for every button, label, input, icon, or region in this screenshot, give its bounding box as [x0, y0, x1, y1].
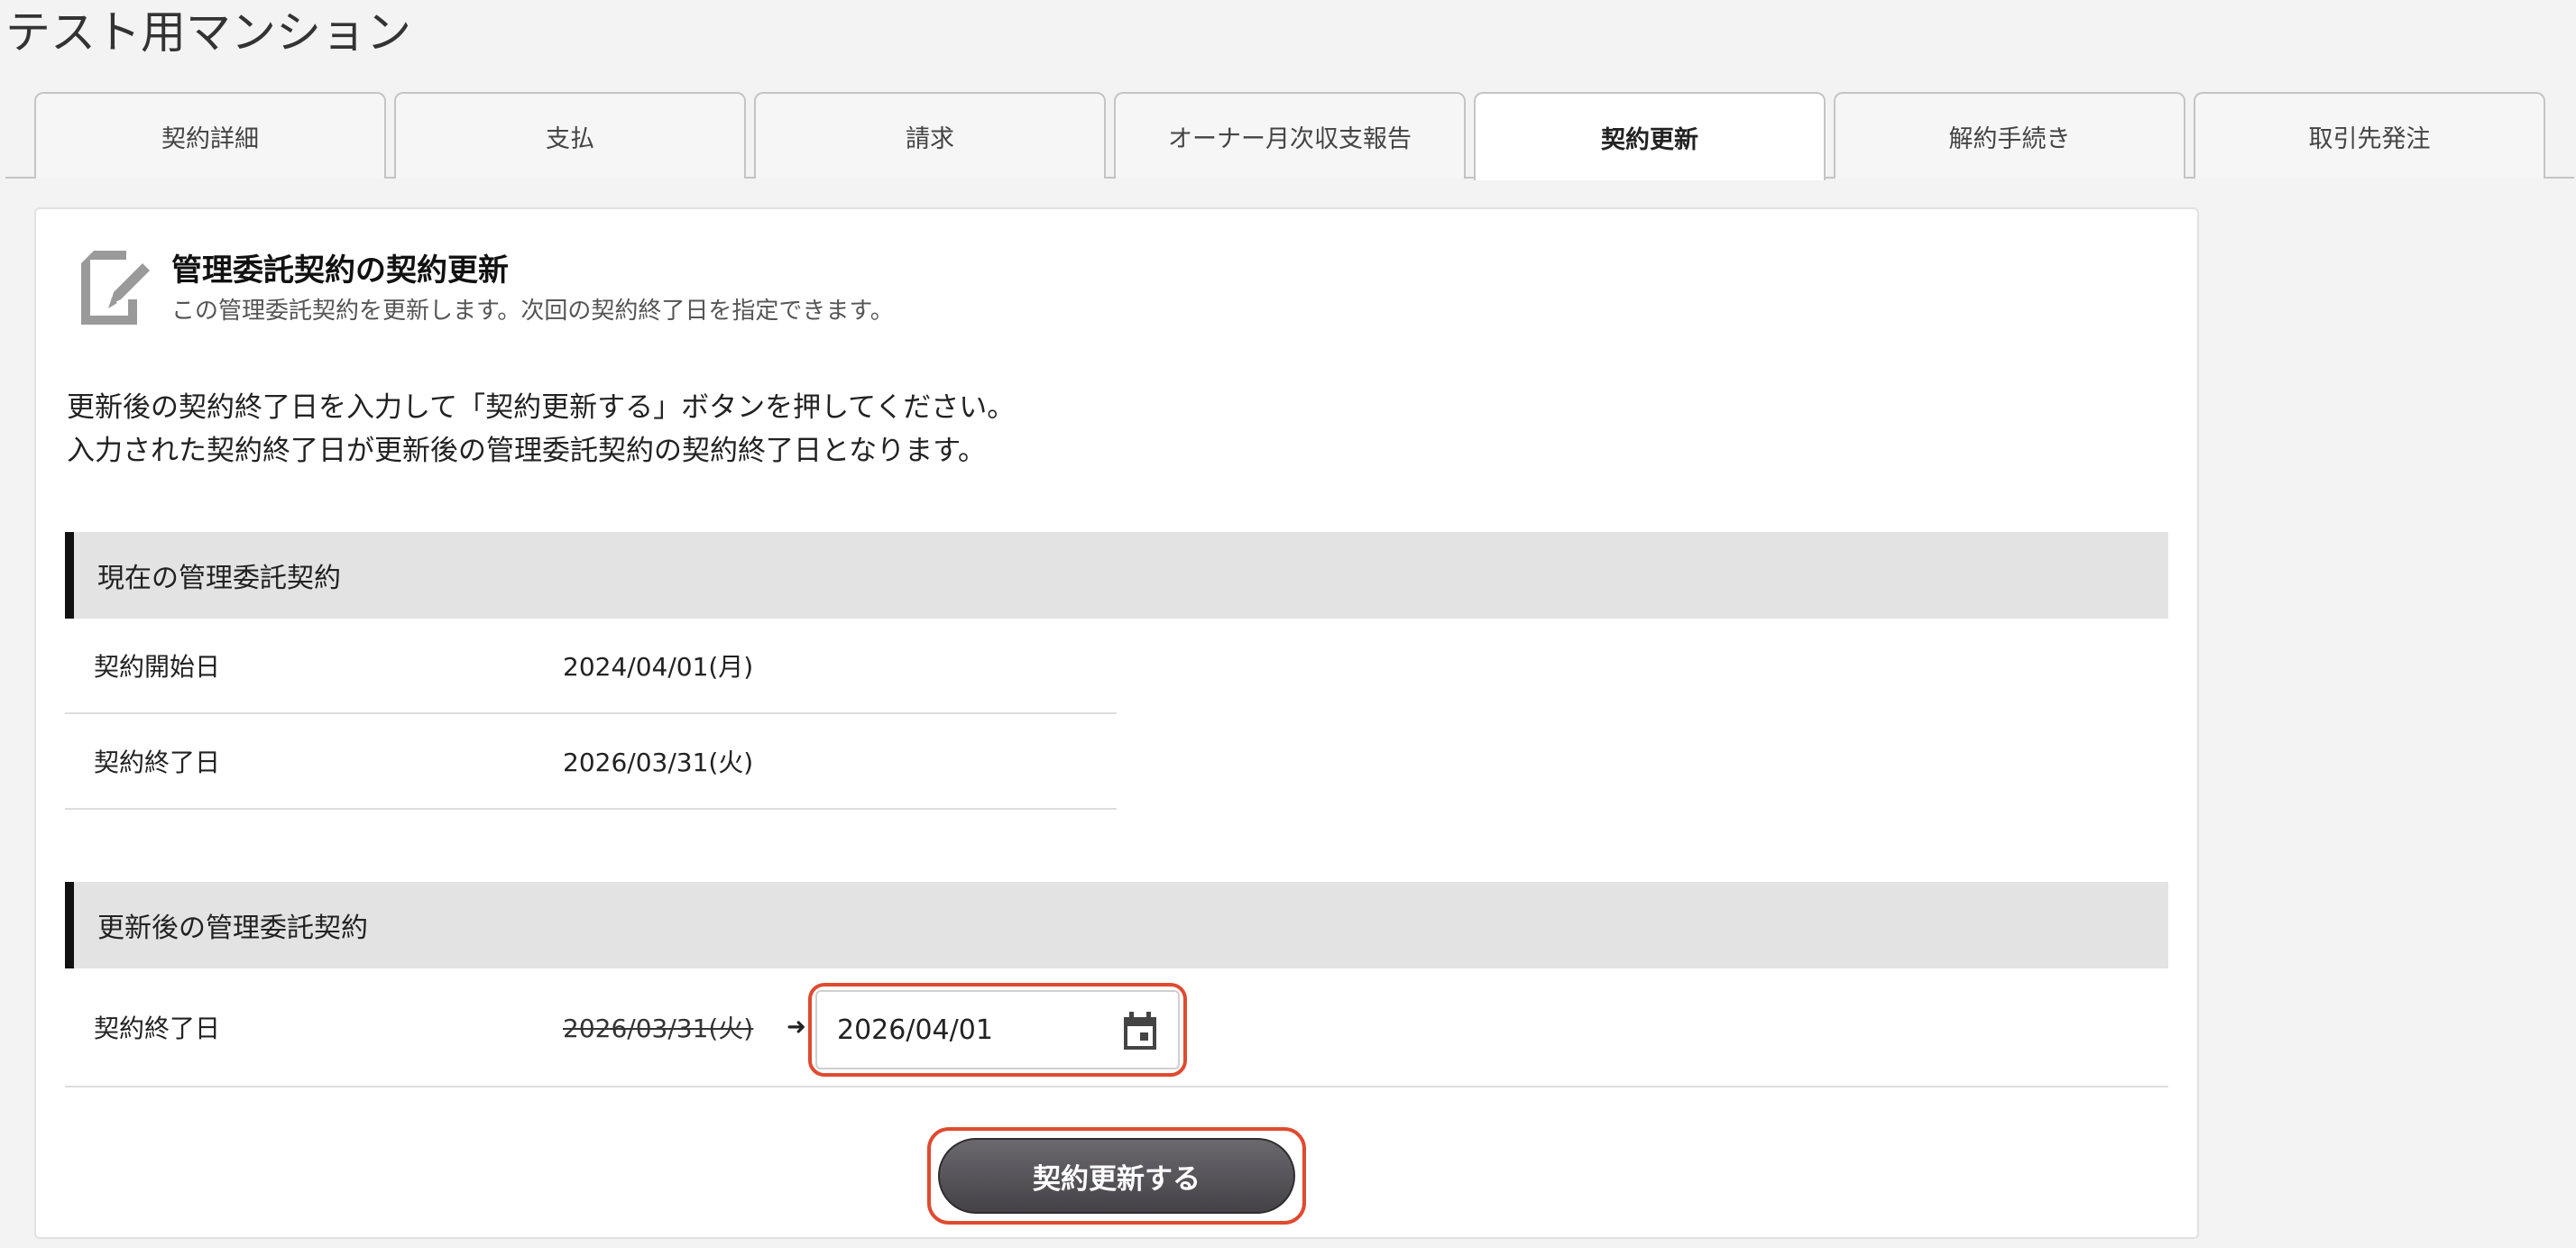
tab-bar: 契約詳細 支払 請求 オーナー月次収支報告 契約更新 解約手続き 取引先発注 — [5, 92, 2574, 180]
start-date-value: 2024/04/01(月) — [563, 652, 754, 682]
start-date-label: 契約開始日 — [94, 652, 221, 682]
current-contract-heading: 現在の管理委託契約 — [65, 532, 2168, 619]
renew-contract-button[interactable]: 契約更新する — [938, 1138, 1295, 1214]
tab-contract-renewal[interactable]: 契約更新 — [1474, 92, 1826, 180]
instruction-line-1: 更新後の契約終了日を入力して「契約更新する」ボタンを押してください。 — [67, 391, 1016, 424]
tab-cancellation[interactable]: 解約手続き — [1834, 92, 2185, 179]
tab-vendor-orders[interactable]: 取引先発注 — [2194, 92, 2545, 179]
new-end-date-input[interactable] — [837, 1005, 1108, 1055]
calendar-icon[interactable] — [1122, 1012, 1158, 1051]
end-date-value: 2026/03/31(火) — [563, 748, 754, 777]
tab-payments[interactable]: 支払 — [394, 92, 746, 179]
tab-owner-monthly-report[interactable]: オーナー月次収支報告 — [1114, 92, 1466, 179]
end-date-row: 契約終了日 2026/03/31(火) — [65, 714, 1117, 810]
instruction-line-2: 入力された契約終了日が更新後の管理委託契約の契約終了日となります。 — [67, 435, 986, 467]
page-title: テスト用マンション — [5, 6, 411, 59]
arrow-right-icon: ➜ — [787, 1014, 806, 1041]
card-title: 管理委託契約の契約更新 — [171, 252, 509, 289]
instructions: 更新後の契約終了日を入力して「契約更新する」ボタンを押してください。 入力された… — [67, 386, 1015, 473]
end-date-label: 契約終了日 — [94, 748, 221, 777]
new-end-date-field[interactable] — [815, 990, 1180, 1069]
new-end-date-label: 契約終了日 — [94, 1014, 221, 1043]
tab-contract-details[interactable]: 契約詳細 — [34, 92, 386, 179]
edit-document-icon — [81, 251, 150, 325]
renewal-card: 管理委託契約の契約更新 この管理委託契約を更新します。次回の契約終了日を指定でき… — [34, 207, 2199, 1239]
start-date-row: 契約開始日 2024/04/01(月) — [65, 619, 1117, 714]
renewed-contract-heading: 更新後の管理委託契約 — [65, 882, 2168, 968]
tab-billing[interactable]: 請求 — [754, 92, 1106, 179]
old-end-date-value: 2026/03/31(火) — [563, 1014, 754, 1043]
card-subtitle: この管理委託契約を更新します。次回の契約終了日を指定できます。 — [171, 298, 894, 325]
